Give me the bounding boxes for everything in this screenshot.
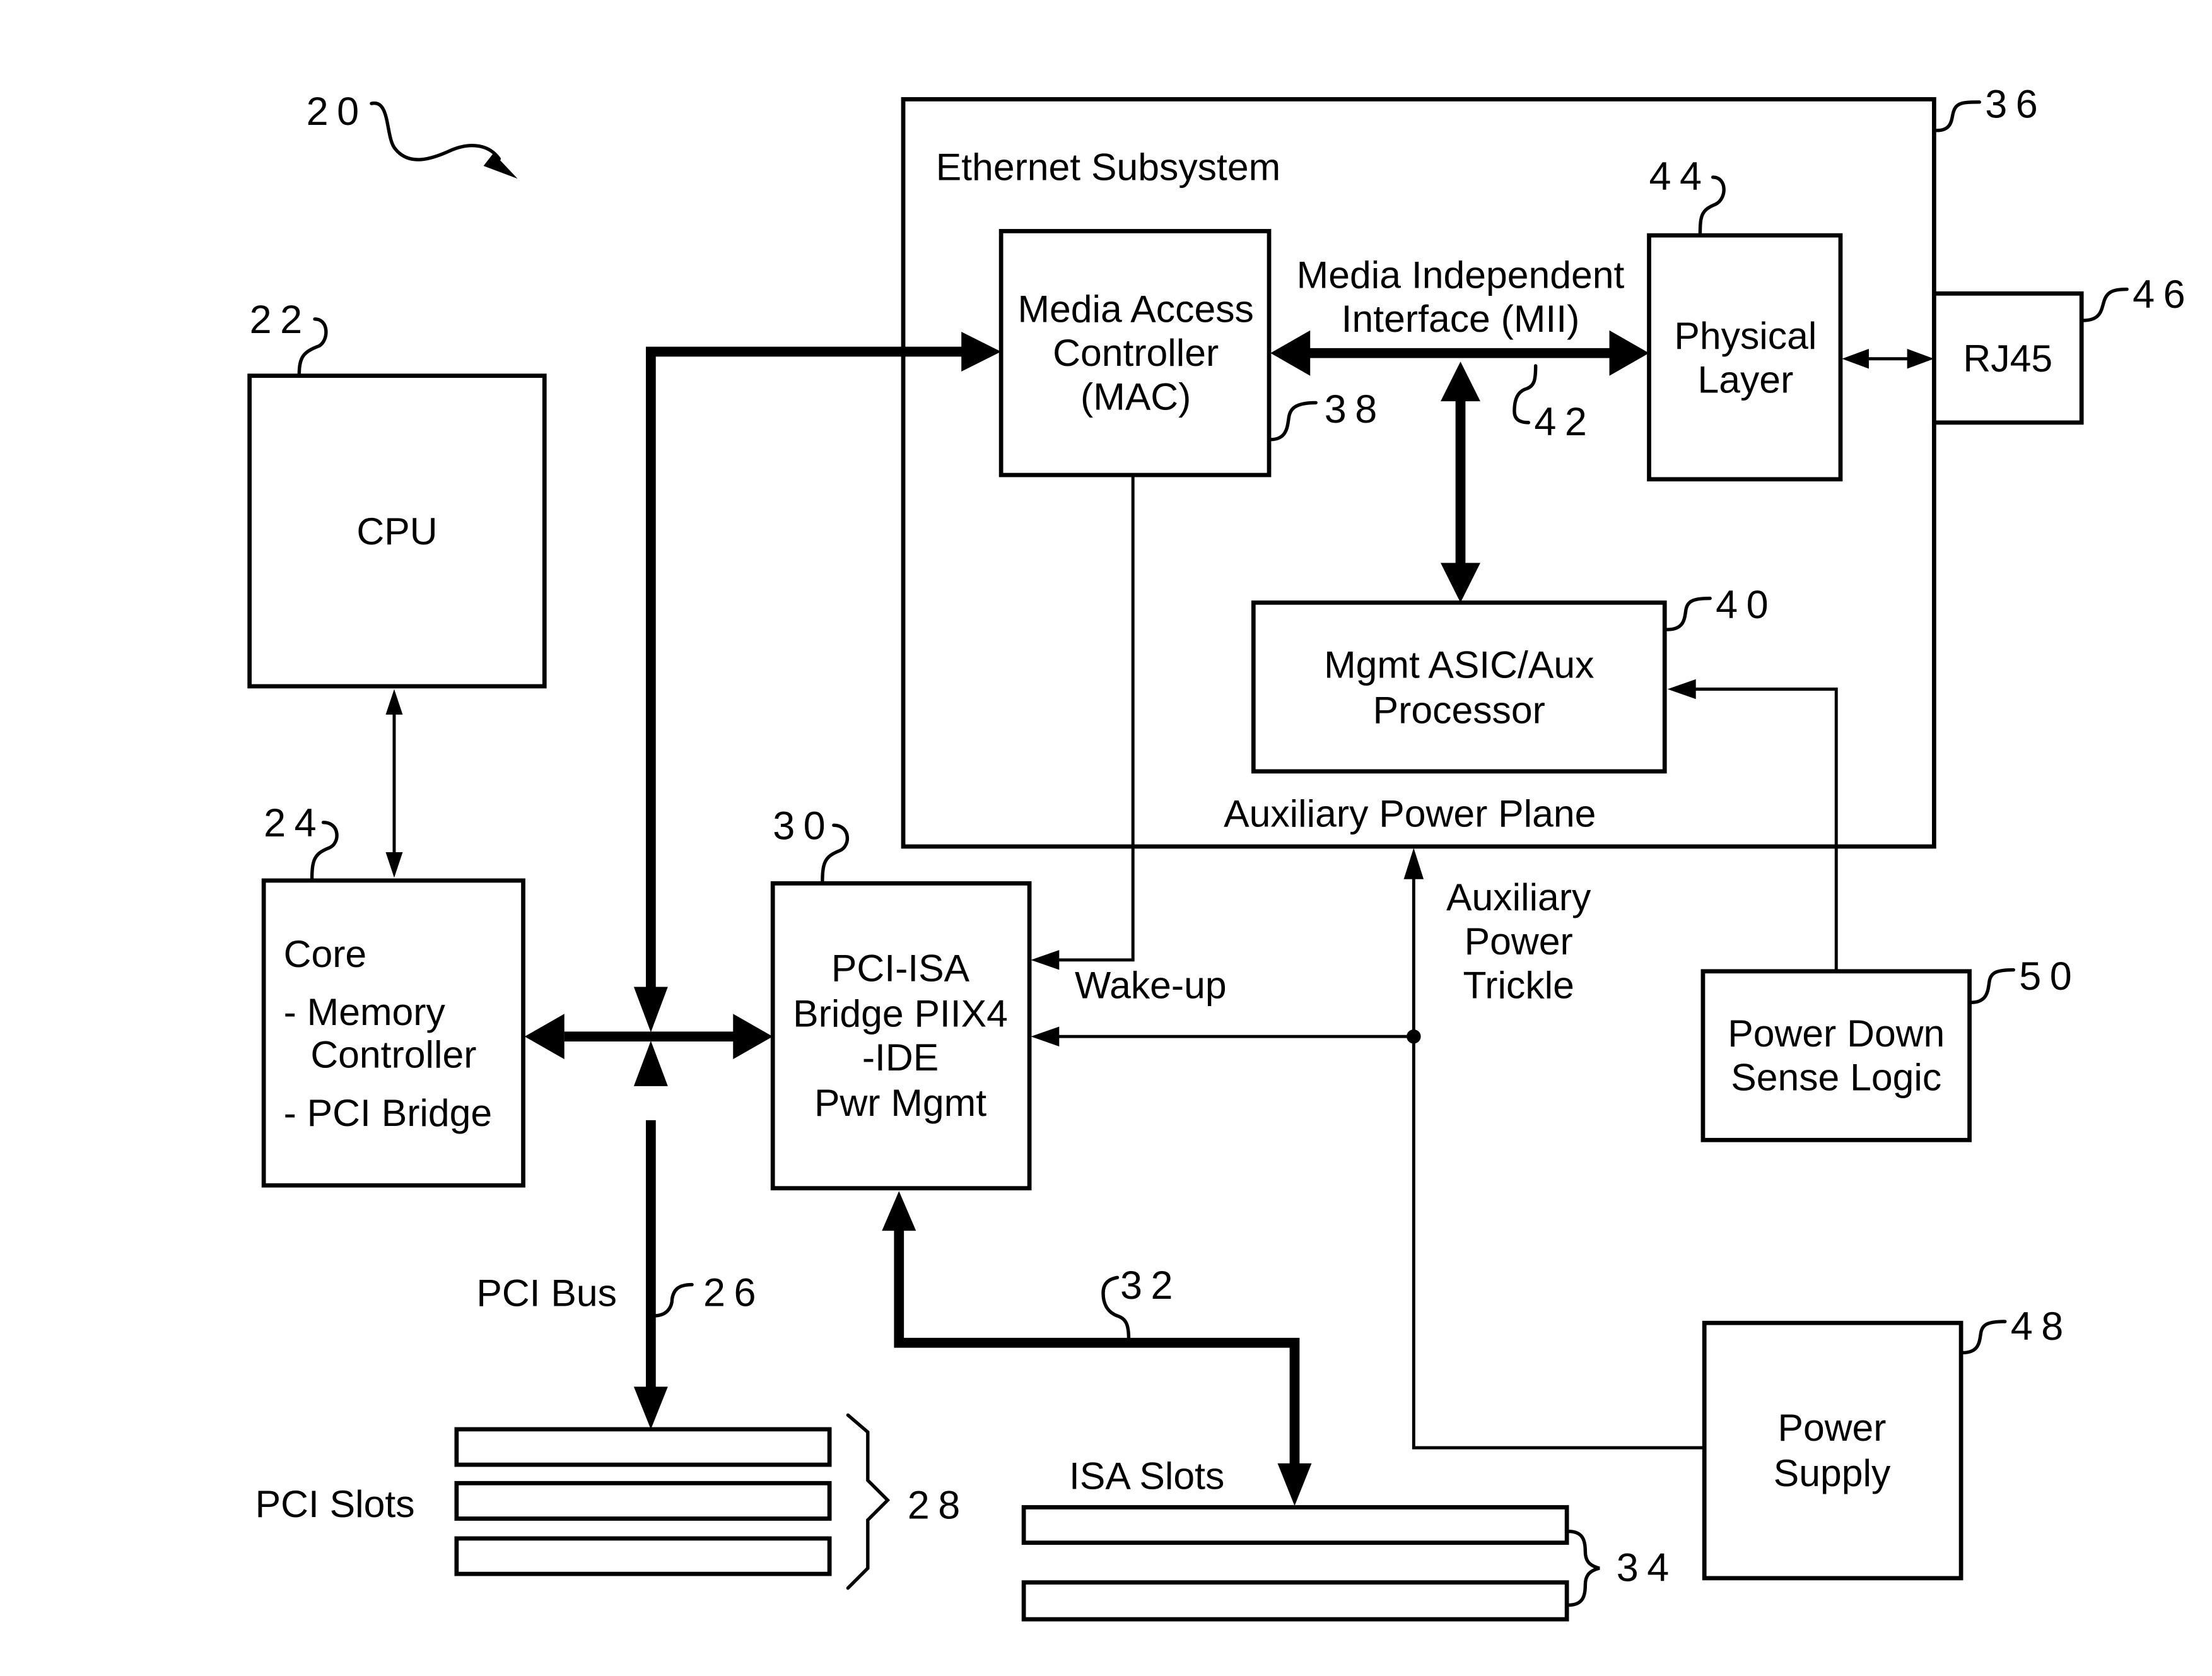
phy-label-line-1: Physical (1674, 314, 1817, 357)
pdsl-ref: 50 (2019, 954, 2080, 999)
figure-wavy-arrow (370, 102, 501, 161)
arrowhead-right-icon (733, 1014, 773, 1060)
core-label-line-3: Controller (310, 1033, 476, 1076)
arrowhead-down-icon (633, 1386, 668, 1429)
isa-slot[interactable] (1021, 1580, 1569, 1622)
arrowhead-down-icon (1277, 1463, 1312, 1506)
cpu-label: CPU (356, 510, 437, 553)
pci-slots-label: PCI Slots (255, 1482, 415, 1525)
mgmt-asic-block[interactable]: Mgmt ASIC/Aux Processor 40 (1251, 583, 1777, 774)
pdsl-label-line-1: Power Down (1728, 1012, 1945, 1055)
ethernet-subsystem-label: Ethernet Subsystem (936, 145, 1280, 188)
arrowhead-up-icon (633, 1040, 668, 1086)
bridge-label-line-4: Pwr Mgmt (814, 1081, 986, 1124)
mac-label-line-2: Controller (1053, 331, 1219, 374)
core-label-line-2: - Memory (284, 990, 446, 1033)
psu-label-line-1: Power (1777, 1406, 1886, 1449)
mii-ref: 42 (1534, 400, 1595, 444)
arrowhead-left-icon (1031, 950, 1060, 970)
arrowhead-down-icon (1441, 563, 1480, 603)
bridge-ref: 30 (773, 804, 834, 848)
mgmt-label-line-2: Processor (1373, 688, 1545, 731)
core-label-line-4: - PCI Bridge (284, 1091, 493, 1134)
arrowhead-down-icon (633, 987, 668, 1033)
arrowhead-right-icon (1609, 330, 1649, 376)
aux-trickle-label-line-2: Power (1465, 920, 1573, 963)
mac-ref: 38 (1325, 387, 1386, 431)
arrowhead-up-icon (1441, 361, 1480, 402)
rj45-ref: 46 (2133, 272, 2194, 317)
pci-slot[interactable] (454, 1427, 832, 1467)
bridge-label-line-1: PCI-ISA (831, 947, 970, 990)
mgmt-label-line-1: Mgmt ASIC/Aux (1324, 643, 1594, 686)
pci-bus-ref: 26 (703, 1270, 764, 1315)
arrowhead-up-icon (1403, 848, 1424, 879)
arrowhead-left-icon (1031, 1026, 1060, 1046)
isa-slots-ref: 34 (1617, 1545, 1678, 1590)
psu-label-line-2: Supply (1774, 1451, 1891, 1494)
rj45-label: RJ45 (1963, 337, 2052, 380)
wake-up-label: Wake-up (1075, 964, 1227, 1007)
arrowhead-up-icon (882, 1191, 916, 1231)
figure-arrowhead-icon (483, 153, 518, 179)
pdsl-label-line-2: Sense Logic (1731, 1056, 1941, 1099)
phy-rj45-link (1842, 348, 1934, 369)
pci-isa-bridge-block[interactable]: PCI-ISA Bridge PIIX4 -IDE Pwr Mgmt 30 (770, 804, 1032, 1191)
arrowhead-left-icon (1667, 679, 1696, 700)
bridge-label-line-2: Bridge PIIX4 (793, 992, 1008, 1034)
arrowhead-left-icon (1842, 348, 1869, 369)
power-supply-block[interactable]: Power Supply 48 (1702, 1304, 2072, 1581)
core-label-line-1: Core (284, 932, 367, 975)
ethernet-subsystem-ref: 36 (1985, 83, 2046, 127)
arrowhead-right-icon (1907, 348, 1934, 369)
power-down-sense-block[interactable]: Power Down Sense Logic 50 (1700, 954, 2080, 1142)
bridge-label-line-3: -IDE (862, 1036, 939, 1079)
arrowhead-down-icon (385, 852, 403, 878)
figure-reference: 20 (307, 90, 518, 179)
pci-bus-label: PCI Bus (476, 1271, 617, 1314)
isa-slots-label: ISA Slots (1069, 1454, 1224, 1497)
isa-slot[interactable] (1021, 1505, 1569, 1545)
pci-slot[interactable] (454, 1536, 832, 1576)
junction-dot (1407, 1029, 1421, 1044)
arrowhead-left-icon (524, 1014, 565, 1060)
pci-slot[interactable] (454, 1480, 832, 1521)
aux-trickle-label-line-1: Auxiliary (1446, 876, 1591, 918)
pci-slots: PCI Slots 28 (255, 1413, 969, 1590)
pci-bus: PCI Bus 26 (476, 332, 1002, 1429)
psu-ref: 48 (2011, 1304, 2072, 1349)
arrowhead-right-icon (961, 332, 1002, 372)
aux-trickle-label-line-3: Trickle (1463, 964, 1574, 1007)
cpu-ref: 22 (250, 298, 311, 342)
isa-slots-brace (1566, 1530, 1600, 1607)
wake-up-link: Wake-up (1031, 476, 1227, 1007)
mii-label-line-1: Media Independent (1297, 253, 1625, 296)
phy-label-line-2: Layer (1697, 358, 1793, 401)
mac-label-line-1: Media Access (1017, 287, 1253, 330)
power-down-sense-link (1667, 679, 1838, 971)
arrowhead-up-icon (385, 689, 403, 715)
mac-label-line-3: (MAC) (1080, 375, 1191, 418)
cpu-core-link (385, 689, 403, 878)
phy-ref: 44 (1649, 155, 1711, 199)
block-diagram: 20 Ethernet Subsystem Auxiliary Power Pl… (247, 83, 2194, 1622)
pci-slots-brace (846, 1413, 891, 1590)
isa-slots: ISA Slots 34 (1021, 1454, 1678, 1622)
arrowhead-left-icon (1270, 330, 1311, 376)
physical-layer-block[interactable]: Physical Layer 44 (1647, 155, 1843, 482)
rj45-block[interactable]: RJ45 46 (1932, 272, 2194, 425)
figure-ref-number: 20 (307, 90, 368, 134)
auxiliary-power-plane-label: Auxiliary Power Plane (1224, 792, 1596, 835)
mii-label-line-2: Interface (MII) (1342, 297, 1580, 340)
pci-slots-ref: 28 (908, 1483, 969, 1527)
mgmt-ref: 40 (1716, 583, 1777, 627)
core-ref: 24 (264, 801, 325, 845)
cpu-block[interactable]: CPU 22 (247, 298, 547, 689)
isa-bus-ref: 32 (1120, 1263, 1181, 1308)
